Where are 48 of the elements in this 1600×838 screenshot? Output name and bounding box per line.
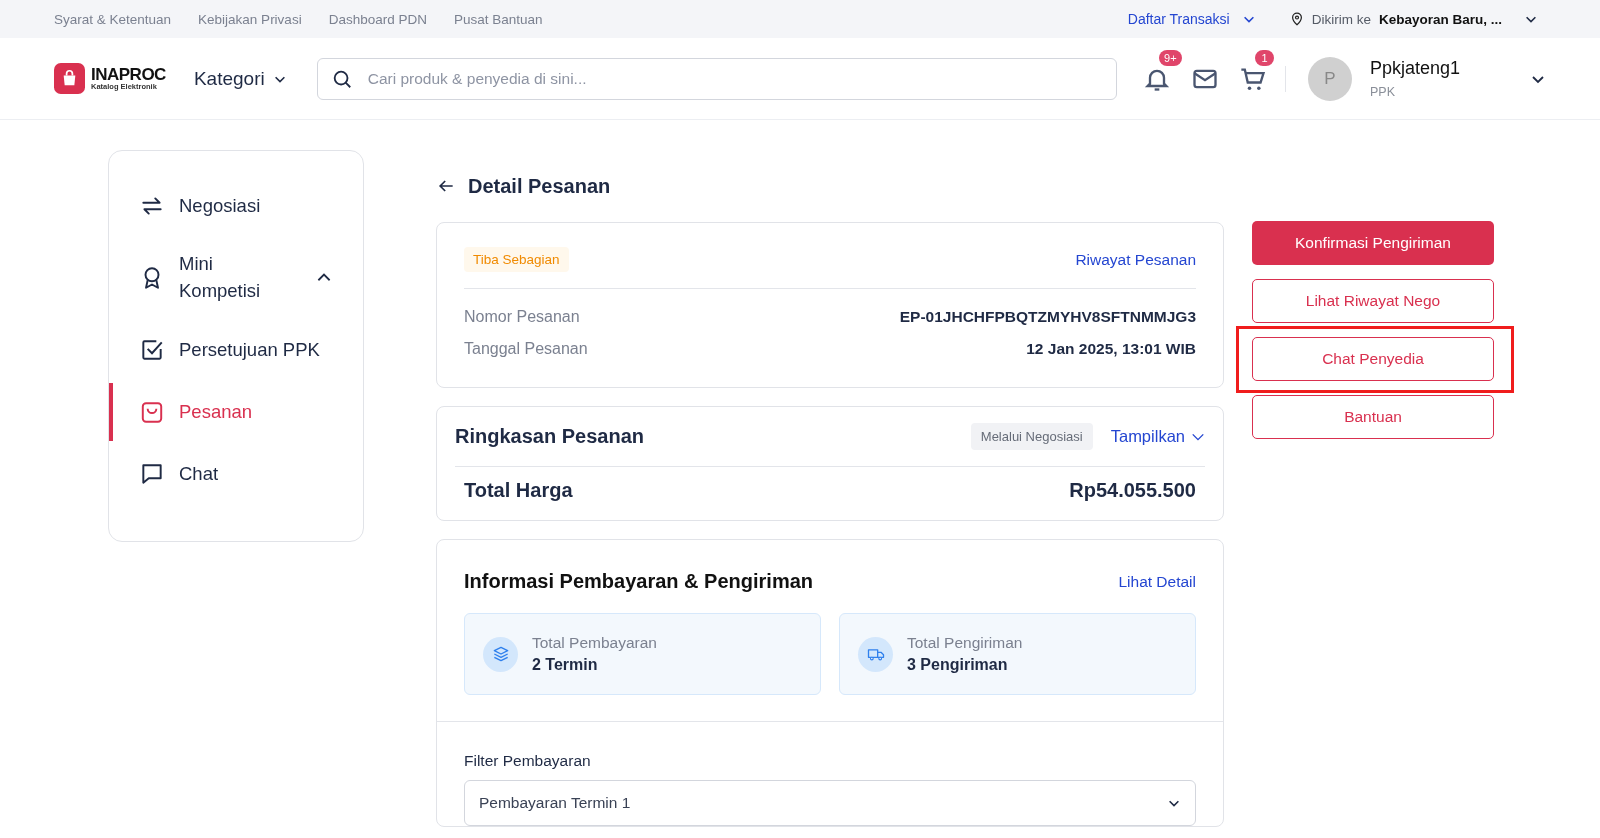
sidebar-item[interactable]: Persetujuan PPK	[109, 321, 363, 379]
status-badge: Tiba Sebagian	[464, 247, 569, 272]
shopping-bag-icon	[139, 399, 165, 425]
user-name: Ppkjateng1	[1370, 58, 1462, 79]
checkbox-icon	[139, 337, 165, 363]
category-menu[interactable]: Kategori	[193, 67, 287, 90]
section-title: Ringkasan Pesanan	[455, 425, 644, 448]
transactions-menu[interactable]: Daftar Transaksi	[1127, 11, 1256, 27]
payment-filter-dropdown[interactable]: Pembayaran Termin 1	[464, 780, 1196, 826]
sidebar-item[interactable]: Mini Kompetisi	[109, 239, 363, 317]
footer-link[interactable]: Pusat Bantuan	[453, 11, 543, 27]
field-value: 12 Jan 2025, 13:01 WIB	[1026, 340, 1196, 358]
logo-wordmark: INAPROC	[91, 66, 166, 84]
notification-count: 9+	[1159, 49, 1182, 66]
total-value: Rp54.055.500	[1069, 479, 1196, 502]
footer-link[interactable]: Dashboard PDN	[328, 11, 427, 27]
delivery-location[interactable]: Kebayoran Baru, ...	[1378, 11, 1502, 27]
action-button[interactable]: Chat Penyedia	[1252, 337, 1494, 381]
location-pin-icon	[1289, 12, 1304, 26]
field-label: Tanggal Pesanan	[464, 340, 588, 358]
search-field[interactable]: Cari produk & penyedia di sini...	[316, 57, 1117, 100]
field-label: Nomor Pesanan	[464, 308, 580, 326]
section-title: Informasi Pembayaran & Pengiriman	[464, 570, 813, 593]
order-history-link[interactable]: Riwayat Pesanan	[1075, 250, 1196, 269]
page-title: Detail Pesanan	[468, 174, 611, 198]
footer-link[interactable]: Kebijakan Privasi	[198, 11, 302, 27]
footer-link[interactable]: Syarat & Ketentuan	[54, 11, 172, 27]
user-role: PPK	[1370, 85, 1396, 99]
sidebar-item[interactable]: Pesanan	[109, 383, 363, 441]
show-toggle[interactable]: Tampilkan	[1110, 427, 1205, 446]
sidebar-item[interactable]: Chat	[109, 445, 363, 503]
action-button[interactable]: Konfirmasi Pengiriman	[1252, 221, 1494, 265]
field-value: EP-01JHCHFPBQTZMYHV8SFTNMMJG3	[899, 308, 1196, 326]
detail-link[interactable]: Lihat Detail	[1118, 572, 1196, 591]
stat-value: 3 Pengiriman	[907, 656, 1009, 674]
action-button[interactable]: Lihat Riwayat Nego	[1252, 279, 1494, 323]
stat-label: Total Pembayaran	[532, 634, 657, 652]
filter-label: Filter Pembayaran	[464, 752, 592, 770]
cart-count: 1	[1255, 49, 1274, 66]
total-label: Total Harga	[464, 479, 573, 502]
stat-label: Total Pengiriman	[907, 634, 1023, 652]
logo-bag-icon[interactable]	[54, 63, 85, 94]
negotiation-tag: Melalui Negosiasi	[970, 423, 1093, 450]
sidebar-item[interactable]: Negosiasi	[109, 177, 363, 235]
delivery-label: Dikirim ke	[1311, 11, 1371, 27]
chat-bubble-icon	[139, 461, 165, 487]
stat-value: 2 Termin	[532, 656, 599, 674]
action-button[interactable]: Bantuan	[1252, 395, 1494, 439]
